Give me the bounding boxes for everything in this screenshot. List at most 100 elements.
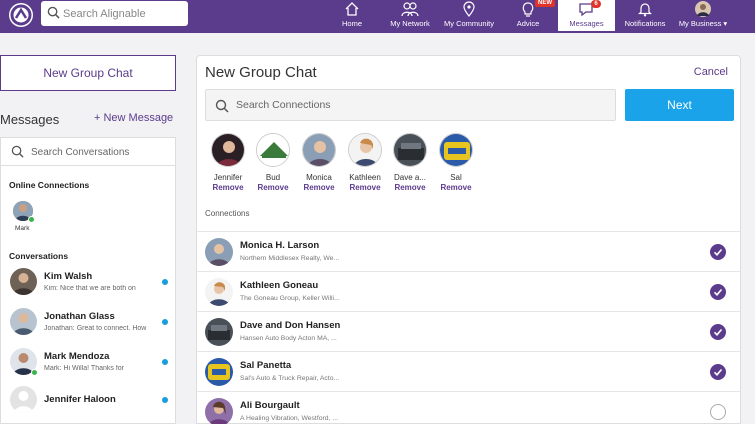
connection-name: Kathleen Goneau [240, 280, 319, 291]
connection-business: The Goneau Group, Keller Willi... [240, 295, 340, 302]
remove-button[interactable]: Remove [297, 183, 341, 192]
connection-name: Dave and Don Hansen [240, 320, 341, 331]
lightbulb-icon [522, 2, 534, 17]
table-row[interactable]: Ali Bourgault A Healing Vibration, Westf… [197, 391, 740, 424]
remove-button[interactable]: Remove [388, 183, 432, 192]
selected-recipient: Dave a... Remove [388, 133, 432, 192]
connection-search-input[interactable] [236, 90, 606, 120]
business-logo [393, 133, 427, 167]
table-row[interactable]: Monica H. Larson Northern Middlesex Real… [197, 231, 740, 271]
connection-business: Sal's Auto & Truck Repair, Acto... [240, 375, 340, 382]
bell-icon [638, 3, 652, 17]
remove-button[interactable]: Remove [206, 183, 250, 192]
recipient-name: Jennifer [213, 173, 243, 182]
conversation-preview: Jonathan: Great to connect. How [44, 325, 147, 332]
cancel-link[interactable]: Cancel [694, 66, 728, 78]
messages-count-badge: 6 [591, 0, 601, 8]
recipient-name: Sal [450, 173, 462, 182]
selected-recipient: Monica Remove [297, 133, 341, 192]
checked-checkbox[interactable] [710, 364, 726, 380]
recipient-name: Bud [265, 173, 281, 182]
connection-name: Ali Bourgault [240, 400, 300, 411]
nav-messages[interactable]: Messages [558, 0, 615, 33]
connection-name: Sal Panetta [240, 360, 292, 371]
table-row[interactable]: Dave and Don Hansen Hansen Auto Body Act… [197, 311, 740, 351]
selected-recipient: Jennifer Remove [206, 133, 250, 192]
conversation-preview: Kim: Nice that we are both on [44, 285, 136, 292]
checked-checkbox[interactable] [710, 284, 726, 300]
global-search[interactable] [41, 1, 188, 26]
nav-my-community[interactable]: My Community [440, 0, 498, 33]
people-icon [401, 2, 419, 17]
nav-my-network[interactable]: My Network [386, 0, 434, 33]
avatar [348, 133, 382, 167]
next-button[interactable]: Next [625, 89, 734, 121]
new-badge: NEW [535, 0, 555, 7]
unread-dot [162, 319, 168, 325]
avatar [205, 398, 233, 424]
search-icon [47, 6, 60, 19]
new-message-link[interactable]: + New Message [94, 112, 173, 124]
table-row[interactable]: Sal Panetta Sal's Auto & Truck Repair, A… [197, 351, 740, 391]
unread-dot [162, 397, 168, 403]
unread-dot [162, 279, 168, 285]
online-status-dot [31, 369, 38, 376]
business-logo [256, 133, 290, 167]
nav-home[interactable]: Home [334, 0, 370, 33]
list-item[interactable]: Jennifer Haloon [1, 383, 175, 423]
remove-button[interactable]: Remove [434, 183, 478, 192]
conversation-search[interactable] [1, 138, 175, 166]
recipient-name: Monica [306, 173, 332, 182]
conversation-name: Kim Walsh [44, 271, 93, 282]
conversations-panel: Online Connections Mark Conversations Ki… [0, 137, 176, 424]
connections-label: Connections [205, 209, 250, 218]
recipient-name: Dave a... [393, 173, 426, 182]
nav-notifications[interactable]: Notifications [619, 0, 671, 33]
alignable-logo-icon[interactable] [9, 3, 33, 27]
location-pin-icon [463, 1, 475, 17]
conversation-preview: Mark: Hi Willa! Thanks for [44, 365, 124, 372]
messages-title: Messages [0, 112, 60, 127]
checkmark-icon [713, 368, 723, 376]
online-status-dot [28, 216, 35, 223]
conversation-search-input[interactable] [31, 138, 171, 166]
checkmark-icon [713, 328, 723, 336]
checked-checkbox[interactable] [710, 324, 726, 340]
selected-recipient: Sal Remove [434, 133, 478, 192]
remove-button[interactable]: Remove [343, 183, 387, 192]
list-item[interactable]: Jonathan Glass Jonathan: Great to connec… [1, 305, 175, 345]
conversations-label: Conversations [9, 251, 69, 261]
avatar [695, 1, 711, 17]
search-icon [11, 145, 24, 158]
top-nav-bar: Home My Network My Community Advice NEW … [0, 0, 755, 33]
new-group-chat-panel: New Group Chat Cancel Next Jennifer Remo… [196, 55, 741, 424]
online-connections-label: Online Connections [9, 180, 90, 190]
connection-business: Northern Middlesex Realty, We... [240, 255, 340, 262]
list-item[interactable]: Kim Walsh Kim: Nice that we are both on [1, 265, 175, 305]
conversation-name: Jennifer Haloon [44, 394, 116, 405]
business-logo [205, 318, 233, 346]
unchecked-checkbox[interactable] [710, 404, 726, 420]
selected-recipient: Bud Remove [251, 133, 295, 192]
connection-business: A Healing Vibration, Westford, ... [240, 415, 338, 422]
recipient-name: Kathleen [349, 173, 381, 182]
avatar [10, 268, 37, 295]
connection-name: Monica H. Larson [240, 240, 320, 251]
list-item[interactable]: Mark Mendoza Mark: Hi Willa! Thanks for [1, 345, 175, 385]
checkmark-icon [713, 288, 723, 296]
avatar [10, 308, 37, 335]
avatar [10, 386, 37, 413]
table-row[interactable]: Kathleen Goneau The Goneau Group, Keller… [197, 271, 740, 311]
connection-business: Hansen Auto Body Acton MA, ... [240, 335, 337, 342]
connection-search[interactable] [205, 89, 616, 121]
new-group-chat-button[interactable]: New Group Chat [0, 55, 176, 91]
checkmark-icon [713, 248, 723, 256]
online-connection-name: Mark [15, 225, 30, 232]
remove-button[interactable]: Remove [251, 183, 295, 192]
avatar [302, 133, 336, 167]
checked-checkbox[interactable] [710, 244, 726, 260]
conversation-name: Mark Mendoza [44, 351, 110, 362]
nav-my-business[interactable]: My Business ▾ [675, 0, 731, 33]
global-search-input[interactable] [63, 1, 183, 26]
search-icon [215, 99, 229, 113]
